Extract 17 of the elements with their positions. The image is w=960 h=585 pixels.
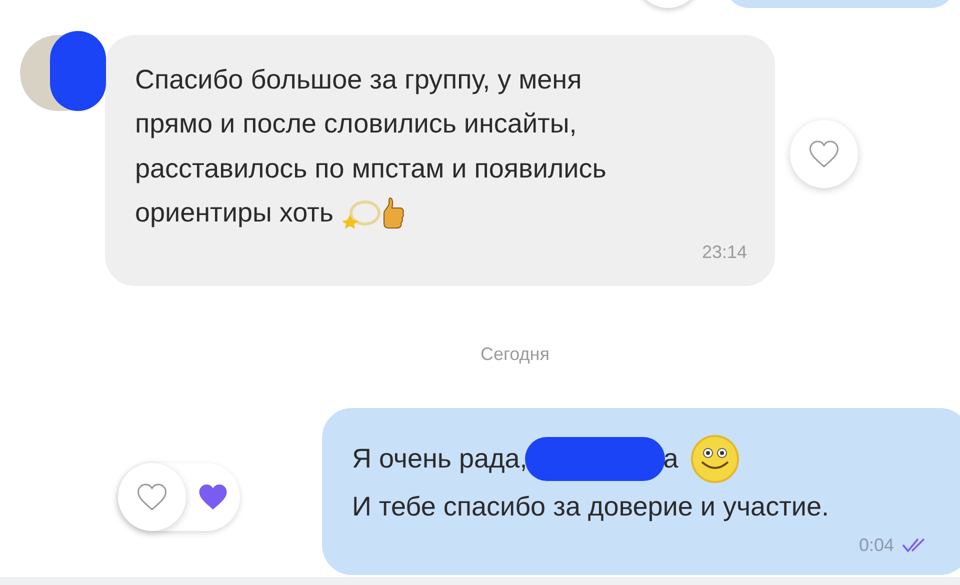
date-separator: Сегодня	[480, 342, 550, 366]
heart-icon	[809, 140, 839, 168]
like-button[interactable]	[118, 462, 186, 530]
message-time: 23:14	[702, 240, 747, 264]
message-text: а	[663, 443, 678, 473]
message-text: И тебе спасибо за доверие и участие.	[352, 490, 830, 521]
message-text: расставилось по мпстам и появились	[135, 153, 606, 184]
message-time: 0:04	[858, 534, 894, 557]
like-button[interactable]	[790, 120, 858, 188]
message-text: прямо и после словились инсайты,	[135, 108, 577, 139]
heart-icon	[198, 482, 228, 510]
smile-emoji-icon	[690, 434, 740, 484]
heart-icon	[137, 482, 167, 510]
message-text: ориентиры хоть	[135, 198, 334, 228]
thumbs-up-emoji-icon	[381, 196, 406, 230]
message-text: Спасибо большое за группу, у меня	[135, 64, 582, 94]
message-text: Я очень рада,	[352, 443, 528, 473]
